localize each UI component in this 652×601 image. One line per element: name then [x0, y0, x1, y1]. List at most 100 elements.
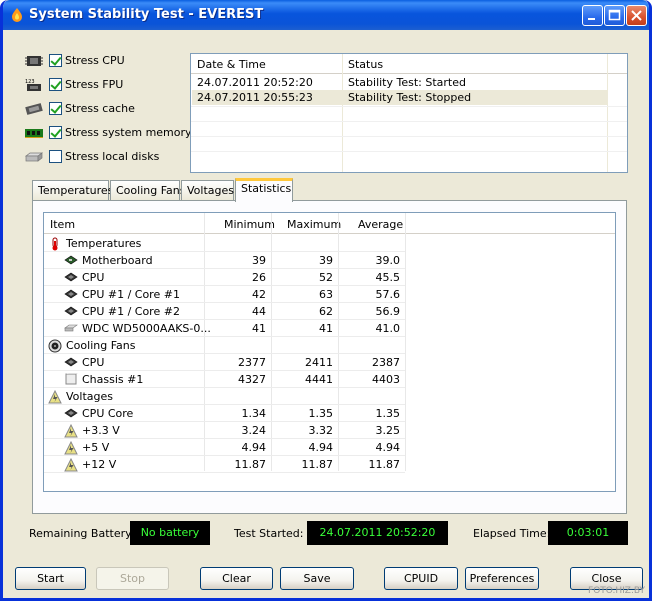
preferences-button[interactable]: Preferences [465, 567, 539, 590]
maximize-button[interactable] [604, 5, 625, 26]
minimize-icon [588, 18, 595, 20]
stats-min-value: 39 [252, 254, 266, 267]
stress-fpu-checkbox[interactable] [49, 78, 62, 91]
log-datetime: 24.07.2011 20:52:20 [197, 76, 313, 89]
stats-group-row[interactable]: Voltages [44, 388, 405, 405]
stats-row[interactable]: CPU 2377 2411 2387 [44, 354, 405, 371]
stats-row[interactable]: CPU Core 1.34 1.35 1.35 [44, 405, 405, 422]
statistics-panel: Item Minimum Maximum Average Temperature… [32, 200, 627, 514]
stats-row[interactable]: Motherboard 39 39 39.0 [44, 252, 405, 269]
stats-max-value: 4441 [305, 373, 333, 386]
stats-item-name: CPU [82, 271, 105, 284]
stats-max-value: 39 [319, 254, 333, 267]
status-column-header[interactable]: Status [348, 58, 383, 71]
stats-group-row[interactable]: Cooling Fans [44, 337, 405, 354]
stats-avg-value: 45.5 [375, 271, 401, 284]
stats-max-value: 52 [319, 271, 333, 284]
stats-min-value: 4.94 [241, 441, 267, 454]
stats-avg-value: 3.25 [375, 424, 401, 437]
stats-min-value: 42 [252, 288, 266, 301]
cpu-chip-icon [25, 56, 43, 66]
hard-disk-icon [64, 322, 78, 334]
everest-flame-icon [12, 8, 22, 22]
stats-min-value: 11.87 [234, 458, 267, 471]
minimum-column-header[interactable]: Minimum [224, 218, 275, 231]
cpu-icon [64, 288, 78, 300]
stats-row[interactable]: CPU #1 / Core #2 44 62 56.9 [44, 303, 405, 320]
tab-cooling-fans[interactable]: Cooling Fans [110, 180, 185, 200]
item-column-header[interactable]: Item [50, 218, 75, 231]
stress-cache-checkbox[interactable] [49, 102, 62, 115]
log-row[interactable]: 24.07.2011 20:52:20 Stability Test: Star… [192, 75, 607, 90]
stats-max-value: 41 [319, 322, 333, 335]
stats-min-value: 1.34 [241, 407, 267, 420]
close-icon [631, 10, 642, 21]
statistics-table[interactable]: Item Minimum Maximum Average Temperature… [43, 212, 616, 492]
event-log-list[interactable]: Date & Time Status 24.07.2011 20:52:20 S… [190, 53, 628, 173]
clear-button[interactable]: Clear [200, 567, 273, 590]
stop-button[interactable]: Stop [96, 567, 169, 590]
stats-max-value: 11.87 [301, 458, 334, 471]
window-title: System Stability Test - EVEREST [29, 7, 264, 22]
average-column-header[interactable]: Average [358, 218, 403, 231]
start-button[interactable]: Start [15, 567, 86, 590]
stats-row[interactable]: +3.3 V 3.24 3.32 3.25 [44, 422, 405, 439]
stats-item-name: CPU [82, 356, 105, 369]
test-started-value: 24.07.2011 20:52:20 [307, 521, 448, 545]
stats-min-value: 44 [252, 305, 266, 318]
elapsed-time-value: 0:03:01 [548, 521, 628, 545]
motherboard-icon [64, 254, 78, 266]
stats-avg-value: 39.0 [375, 254, 401, 267]
stats-group-row[interactable]: Temperatures [44, 235, 405, 252]
stress-memory-checkbox[interactable] [49, 126, 62, 139]
tab-voltages[interactable]: Voltages [181, 180, 234, 200]
disk-drive-icon [24, 152, 44, 162]
stats-avg-value: 11.87 [368, 458, 401, 471]
stats-item-name: CPU Core [82, 407, 134, 420]
stats-row[interactable]: +5 V 4.94 4.94 4.94 [44, 439, 405, 456]
stress-disks-checkbox[interactable] [49, 150, 62, 163]
stats-max-value: 4.94 [308, 441, 334, 454]
stats-row[interactable]: CPU 26 52 45.5 [44, 269, 405, 286]
close-window-button[interactable] [626, 5, 647, 26]
stats-max-value: 2411 [305, 356, 333, 369]
stats-min-value: 3.24 [241, 424, 267, 437]
stats-item-name: CPU #1 / Core #2 [82, 305, 180, 318]
battery-value: No battery [130, 521, 210, 545]
fpu-chip-icon: 123 [25, 79, 41, 91]
tab-temperatures[interactable]: Temperatures [32, 180, 113, 200]
tab-statistics[interactable]: Statistics [235, 178, 293, 202]
cpu-icon [64, 271, 78, 283]
stats-avg-value: 57.6 [375, 288, 401, 301]
maximum-column-header[interactable]: Maximum [287, 218, 341, 231]
elapsed-time-label: Elapsed Time: [473, 527, 551, 540]
stats-row[interactable]: Chassis #1 4327 4441 4403 [44, 371, 405, 388]
fan-icon [48, 339, 62, 353]
maximize-icon [608, 9, 621, 21]
stats-row[interactable]: CPU #1 / Core #1 42 63 57.6 [44, 286, 405, 303]
stats-avg-value: 41.0 [375, 322, 401, 335]
stress-fpu-label: Stress FPU [65, 78, 124, 91]
log-row-selected[interactable]: 24.07.2011 20:55:23 Stability Test: Stop… [192, 90, 607, 105]
stats-avg-value: 2387 [372, 356, 400, 369]
voltage-icon [64, 423, 78, 438]
stats-item-name: Motherboard [82, 254, 153, 267]
cpuid-button[interactable]: CPUID [384, 567, 458, 590]
stats-avg-value: 4.94 [375, 441, 401, 454]
stats-item-name: CPU #1 / Core #1 [82, 288, 180, 301]
stats-max-value: 1.35 [308, 407, 334, 420]
stats-row[interactable]: WDC WD5000AAKS-0... 41 41 41.0 [44, 320, 405, 337]
stats-item-name: +5 V [82, 441, 110, 454]
cpu-icon [64, 407, 78, 419]
main-window: System Stability Test - EVEREST Stress C… [0, 0, 652, 601]
log-divider [191, 151, 627, 152]
minimize-button[interactable] [582, 5, 603, 26]
datetime-column-header[interactable]: Date & Time [197, 58, 266, 71]
stress-cpu-checkbox[interactable] [49, 54, 62, 67]
chassis-icon [64, 373, 78, 385]
title-bar[interactable]: System Stability Test - EVEREST [3, 0, 649, 30]
save-button[interactable]: Save [280, 567, 354, 590]
stats-row[interactable]: +12 V 11.87 11.87 11.87 [44, 456, 405, 473]
stats-min-value: 4327 [238, 373, 266, 386]
stats-item-name: WDC WD5000AAKS-0... [82, 322, 211, 335]
